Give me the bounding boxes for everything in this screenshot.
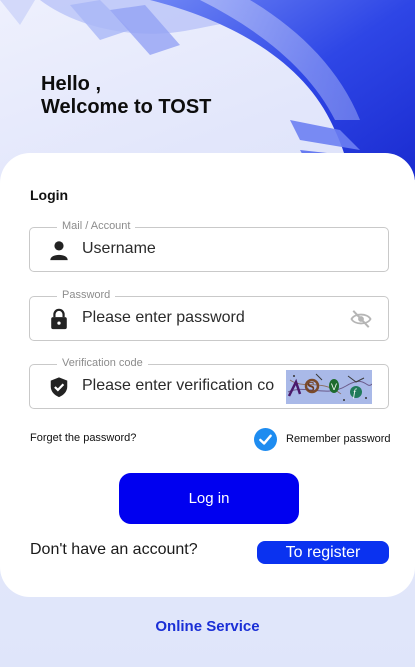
account-legend: Mail / Account (57, 219, 136, 233)
register-button[interactable]: To register (257, 541, 389, 564)
account-field[interactable]: Mail / Account Username (29, 219, 389, 272)
forgot-password-link[interactable]: Forget the password? (30, 432, 136, 444)
shield-check-icon (50, 377, 68, 398)
svg-text:V: V (331, 382, 337, 392)
remember-password-label: Remember password (286, 433, 391, 445)
captcha-image[interactable]: S V f (286, 370, 372, 404)
remember-checkbox[interactable] (254, 427, 277, 451)
lock-icon (51, 308, 67, 330)
welcome-heading: Hello , Welcome to TOST (41, 73, 211, 119)
svg-text:S: S (307, 380, 315, 395)
no-account-text: Don't have an account? (30, 541, 198, 558)
password-field[interactable]: Password Please enter password (29, 288, 389, 341)
login-title: Login (30, 187, 69, 203)
greeting-line-2: Welcome to TOST (41, 96, 212, 118)
account-input[interactable]: Username (82, 240, 274, 258)
password-input[interactable]: Please enter password (82, 309, 322, 327)
login-button[interactable]: Log in (119, 473, 299, 524)
person-icon (50, 241, 68, 261)
remember-password-toggle[interactable]: Remember password (254, 427, 391, 451)
checkmark-icon (259, 434, 272, 445)
verification-legend: Verification code (57, 356, 148, 370)
eye-off-icon[interactable] (350, 309, 372, 329)
verification-input[interactable]: Please enter verification co (82, 377, 274, 395)
online-service-link[interactable]: Online Service (0, 618, 415, 635)
greeting-line-1: Hello , (41, 73, 102, 95)
password-legend: Password (57, 288, 116, 302)
verification-field[interactable]: Verification code Please enter verificat… (29, 356, 389, 409)
